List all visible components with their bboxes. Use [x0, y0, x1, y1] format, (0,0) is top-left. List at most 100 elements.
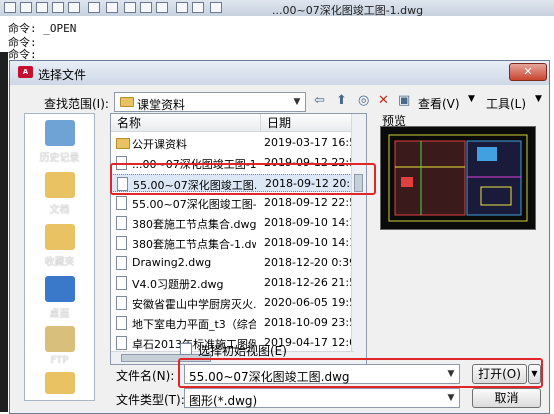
places-sidebar: 历史记录 文档 收藏夹 桌面 FTP [24, 113, 95, 401]
file-date: 2018-10-09 23:55 [264, 316, 364, 329]
folder-icon [44, 372, 75, 394]
cancel-button[interactable]: 取消 [472, 388, 541, 408]
place-extra[interactable] [25, 372, 94, 394]
place-label: 桌面 [49, 309, 70, 320]
place-label: FTP [50, 355, 69, 366]
folder-icon [120, 97, 134, 107]
cut-icon[interactable] [124, 2, 136, 13]
new-folder-icon[interactable]: ▣ [398, 93, 410, 108]
initial-view-checkbox[interactable] [180, 343, 192, 355]
file-name: 地下室电力平面_t3（综合... [132, 318, 256, 331]
match-properties-icon[interactable] [176, 2, 188, 13]
file-row[interactable]: 安徽省霍山中学厨房灭火... 2020-06-05 19:50 [111, 294, 363, 312]
column-header-date[interactable]: 日期 [261, 114, 354, 132]
file-row[interactable]: 380套施工节点集合.dwg 2018-09-10 14:18 [111, 214, 363, 232]
new-file-icon[interactable] [4, 2, 16, 13]
file-date: 2018-12-26 21:58 [264, 276, 364, 289]
chevron-down-icon: ▼ [468, 94, 475, 104]
look-in-combo[interactable]: 课堂资料 ▼ [114, 92, 306, 112]
documents-icon [44, 172, 75, 198]
search-web-icon[interactable]: ◎ [358, 93, 369, 108]
dwg-file-icon [116, 276, 127, 290]
dialog-titlebar[interactable]: A 选择文件 ✕ [10, 61, 549, 85]
look-in-value: 课堂资料 [137, 98, 186, 112]
file-row[interactable]: 地下室电力平面_t3（综合... 2018-10-09 23:55 [111, 314, 363, 332]
place-desktop[interactable]: 桌面 [25, 276, 94, 320]
file-name: 380套施工节点集合-1.dwg [132, 238, 256, 251]
file-name: 安徽省霍山中学厨房灭火... [132, 298, 256, 311]
paste-icon[interactable] [156, 2, 168, 13]
file-date: 2019-03-17 16:58 [264, 136, 364, 149]
file-row[interactable]: 55.00~07深化图竣工图-1... 2018-09-12 22:57 [111, 194, 363, 212]
dwg-file-icon [116, 296, 127, 310]
place-label: 收藏夹 [44, 257, 75, 268]
dwg-file-icon [116, 216, 127, 230]
filetype-combo[interactable]: 图形(*.dwg) ▼ [184, 388, 460, 408]
initial-view-label: 选择初始视图(E) [198, 344, 287, 358]
plot-icon[interactable] [192, 2, 204, 13]
copy-icon[interactable] [140, 2, 152, 13]
chevron-down-icon: ▼ [535, 94, 542, 104]
filetype-value: 图形(*.dwg) [189, 394, 258, 408]
file-date: 2020-06-05 19:50 [264, 296, 364, 309]
dwg-file-icon [116, 236, 127, 250]
autocad-logo-icon: A [18, 66, 33, 78]
drawing-preview [380, 126, 536, 230]
highlight-selected-file [110, 163, 376, 195]
back-icon[interactable]: ⇦ [314, 93, 325, 108]
folder-icon [116, 138, 130, 149]
favorites-icon [44, 224, 75, 250]
quick-access-toolbar: ...00~07深化图竣工图-1.dwg [0, 0, 554, 17]
file-name: V4.0习题册2.dwg [132, 278, 224, 291]
file-row[interactable]: 380套施工节点集合-1.dwg 2018-09-10 14:17 [111, 234, 363, 252]
file-date: 2018-09-12 22:57 [264, 196, 364, 209]
drawing-area-edge [0, 52, 8, 412]
close-button[interactable]: ✕ [509, 63, 547, 81]
file-row[interactable]: 公开课资料 2019-03-17 16:58 [111, 134, 363, 152]
desktop-icon [44, 276, 75, 302]
file-date: 2018-09-10 14:17 [264, 236, 364, 249]
up-folder-icon[interactable]: ⬆ [336, 93, 347, 108]
tools-menu[interactable]: 工具(L) [486, 95, 526, 112]
vertical-scrollbar[interactable] [351, 114, 366, 364]
chevron-down-icon: ▼ [293, 97, 301, 107]
file-name: Drawing2.dwg [132, 256, 212, 269]
dwg-file-icon [116, 316, 127, 330]
delete-icon[interactable]: ✕ [378, 93, 389, 108]
open-file-icon[interactable] [20, 2, 32, 13]
place-history[interactable]: 历史记录 [25, 120, 94, 164]
save-icon[interactable] [36, 2, 48, 13]
dialog-title: 选择文件 [38, 68, 87, 82]
file-row[interactable]: V4.0习题册2.dwg 2018-12-26 21:58 [111, 274, 363, 292]
place-documents[interactable]: 文档 [25, 172, 94, 216]
print-icon[interactable] [68, 2, 80, 13]
file-name: 380套施工节点集合.dwg [132, 218, 256, 231]
place-favorites[interactable]: 收藏夹 [25, 224, 94, 268]
save-as-icon[interactable] [52, 2, 64, 13]
chevron-down-icon: ▼ [447, 393, 455, 403]
filename-label: 文件名(N): [116, 369, 175, 383]
file-date: 2018-12-20 0:39 [264, 256, 357, 269]
place-label: 文档 [49, 205, 70, 216]
dwg-file-icon [116, 336, 127, 350]
drawing-thumbnail-icon [388, 134, 528, 222]
file-name: 公开课资料 [132, 138, 187, 151]
select-file-dialog: A 选择文件 ✕ 查找范围(I): 课堂资料 ▼ ⇦ ⬆ ◎ ✕ ▣ 查看(V)… [9, 60, 550, 414]
file-date: 2018-09-10 14:18 [264, 216, 364, 229]
file-name: 55.00~07深化图竣工图-1... [132, 198, 256, 211]
filetype-label: 文件类型(T): [116, 393, 185, 407]
look-in-label: 查找范围(I): [44, 97, 109, 111]
undo-icon[interactable] [88, 2, 100, 13]
views-menu[interactable]: 查看(V) [418, 95, 460, 112]
customize-dropdown-icon[interactable] [210, 2, 222, 13]
place-ftp[interactable]: FTP [25, 326, 94, 366]
file-list[interactable]: 名称 日期 公开课资料 2019-03-17 16:58 ...00~07深化图竣工… [110, 113, 367, 365]
dwg-file-icon [116, 196, 127, 210]
highlight-filename-row [178, 358, 543, 388]
place-label: 历史记录 [39, 153, 80, 164]
file-row[interactable]: Drawing2.dwg 2018-12-20 0:39 [111, 254, 357, 272]
history-icon [44, 120, 75, 146]
redo-icon[interactable] [106, 2, 118, 13]
column-header-name[interactable]: 名称 [111, 114, 261, 132]
ftp-icon [44, 326, 75, 352]
